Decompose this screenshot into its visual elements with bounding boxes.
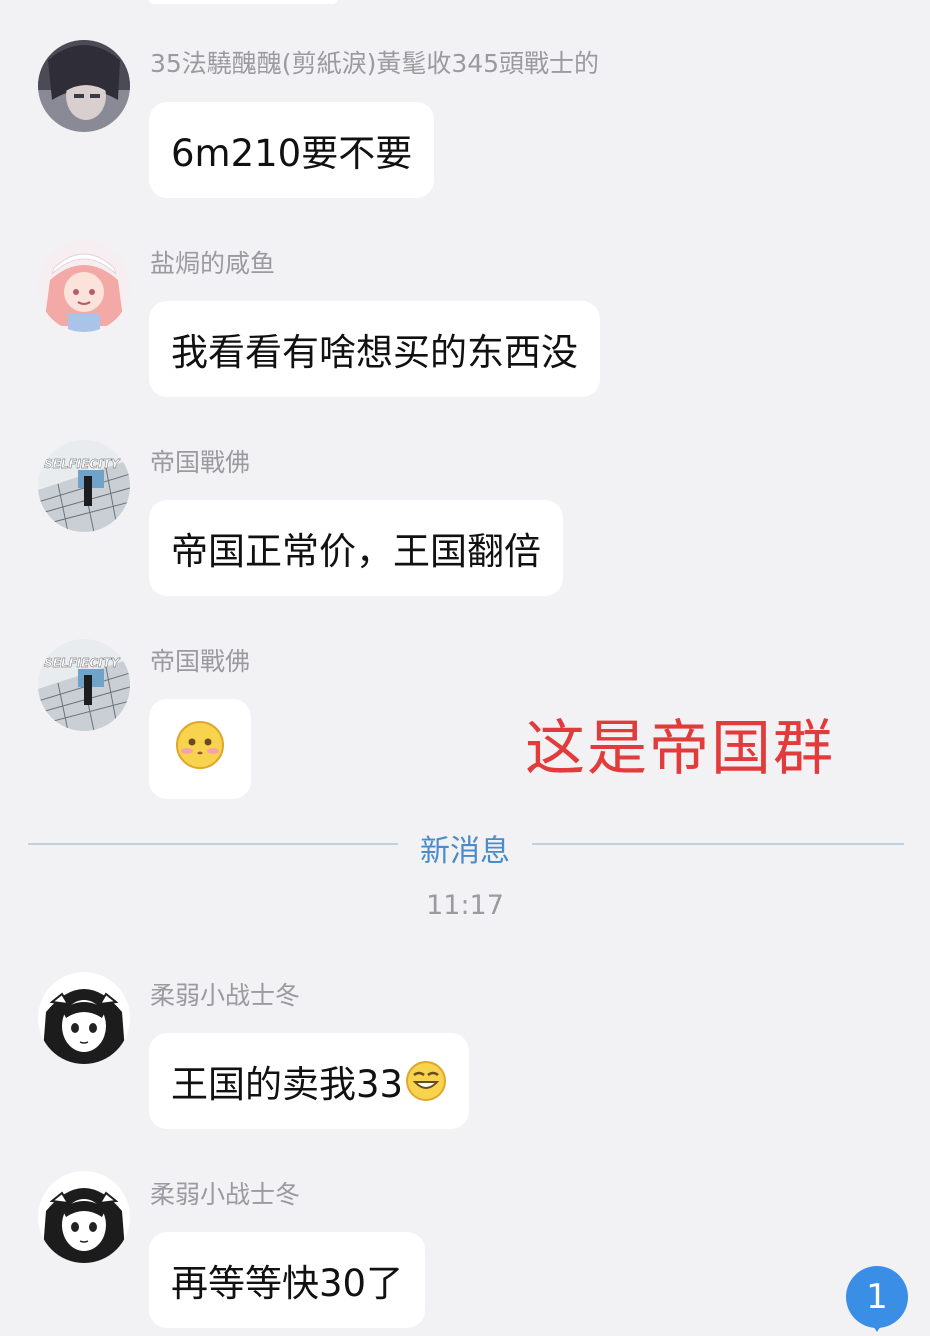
sender-name: 帝国戰佛 [150, 448, 251, 477]
avatar-logo-text: SELFIECITY [44, 457, 121, 471]
new-message-divider-left [28, 843, 398, 845]
sender-name: 柔弱小战士冬 [150, 1180, 301, 1209]
sender-name: 盐焗的咸鱼 [150, 249, 276, 278]
anime-pink-hair-avatar-icon[interactable] [38, 240, 130, 332]
overlay-annotation: 这是帝国群 [525, 714, 835, 784]
new-message-divider-right [532, 843, 904, 845]
manga-girl-avatar-icon[interactable] [38, 1171, 130, 1263]
anime-dark-hair-avatar-icon[interactable] [38, 40, 130, 132]
grin-emoji-icon [405, 1060, 447, 1102]
message-bubble[interactable]: 再等等快30了 [149, 1232, 426, 1328]
unread-badge-tail [868, 1318, 886, 1332]
new-message-label: 新消息 [420, 834, 510, 869]
unread-count: 1 [866, 1277, 888, 1317]
sender-name: 柔弱小战士冬 [150, 981, 301, 1010]
message-bubble[interactable]: 王国的卖我33 [149, 1033, 470, 1129]
message-text: 我看看有啥想买的东西没 [171, 331, 578, 374]
message-text: 6m210要不要 [171, 132, 413, 175]
message-text: 王国的卖我33 [171, 1063, 404, 1106]
message-text: 帝国正常价，王国翻倍 [171, 530, 541, 573]
message-bubble[interactable]: 我看看有啥想买的东西没 [149, 301, 600, 397]
avatar-logo-text: SELFIECITY [44, 656, 121, 670]
message-bubble[interactable]: 6m210要不要 [149, 102, 435, 198]
shy-blush-emoji-icon [175, 720, 225, 779]
sender-name: 帝国戰佛 [150, 647, 251, 676]
selfiecity-avatar-icon[interactable]: SELFIECITY [38, 440, 130, 532]
manga-girl-avatar-icon[interactable] [38, 972, 130, 1064]
selfiecity-avatar-icon[interactable]: SELFIECITY [38, 639, 130, 731]
message-text: 再等等快30了 [171, 1262, 404, 1305]
sender-name: 35法驍醜醜(剪紙淚)黃髦收345頭戰士的 [150, 49, 600, 78]
timestamp: 11:17 [426, 890, 504, 921]
message-bubble[interactable] [149, 699, 251, 799]
message-bubble[interactable]: 帝国正常价，王国翻倍 [149, 500, 563, 596]
previous-message-bubble [148, 0, 338, 4]
